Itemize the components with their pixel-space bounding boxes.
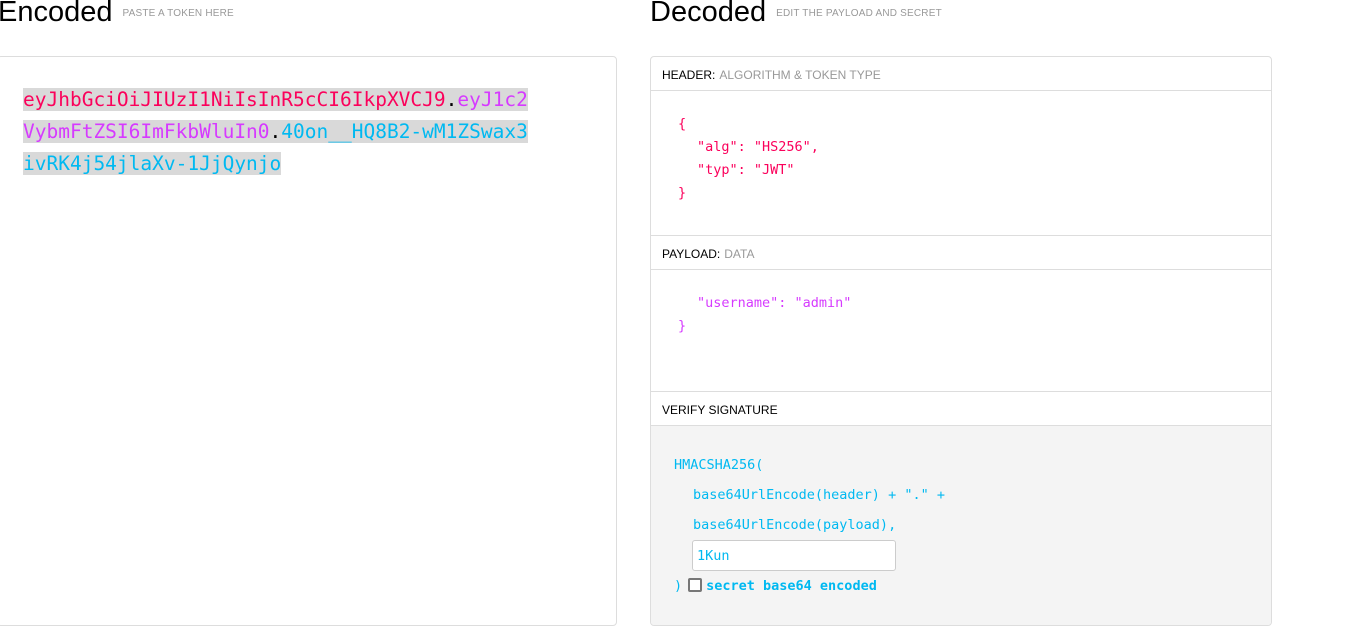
encoded-token-text[interactable]: eyJhbGciOiJIUzI1NiIsInR5cCI6IkpXVCJ9.eyJ…: [23, 84, 535, 180]
payload-section-label: PAYLOAD: DATA: [651, 236, 1271, 270]
decoded-subtitle: EDIT THE PAYLOAD AND SECRET: [776, 7, 942, 19]
header-section-label: HEADER: ALGORITHM & TOKEN TYPE: [651, 57, 1271, 91]
encoded-subtitle: PASTE A TOKEN HERE: [122, 7, 234, 19]
signature-section-label: VERIFY SIGNATURE: [651, 392, 1271, 426]
header-json-editor[interactable]: { "alg": "HS256", "typ": "JWT" }: [651, 91, 1271, 236]
secret-base64-checkbox[interactable]: [688, 578, 703, 592]
encoded-title: Encoded PASTE A TOKEN HERE: [0, 0, 234, 28]
token-dot: .: [269, 120, 282, 143]
checkbox-label[interactable]: secret base64 encoded: [706, 578, 877, 594]
decoded-panel: HEADER: ALGORITHM & TOKEN TYPE { "alg": "…: [650, 56, 1272, 626]
secret-input[interactable]: [692, 540, 896, 571]
token-header: eyJhbGciOiJIUzI1NiIsInR5cCI6IkpXVCJ9: [23, 88, 446, 111]
token-dot: .: [445, 88, 458, 111]
payload-json-editor[interactable]: "username": "admin" }: [651, 270, 1271, 392]
decoded-title: Decoded EDIT THE PAYLOAD AND SECRET: [650, 0, 942, 28]
signature-section: HMACSHA256( base64UrlEncode(header) + ".…: [651, 426, 1271, 625]
